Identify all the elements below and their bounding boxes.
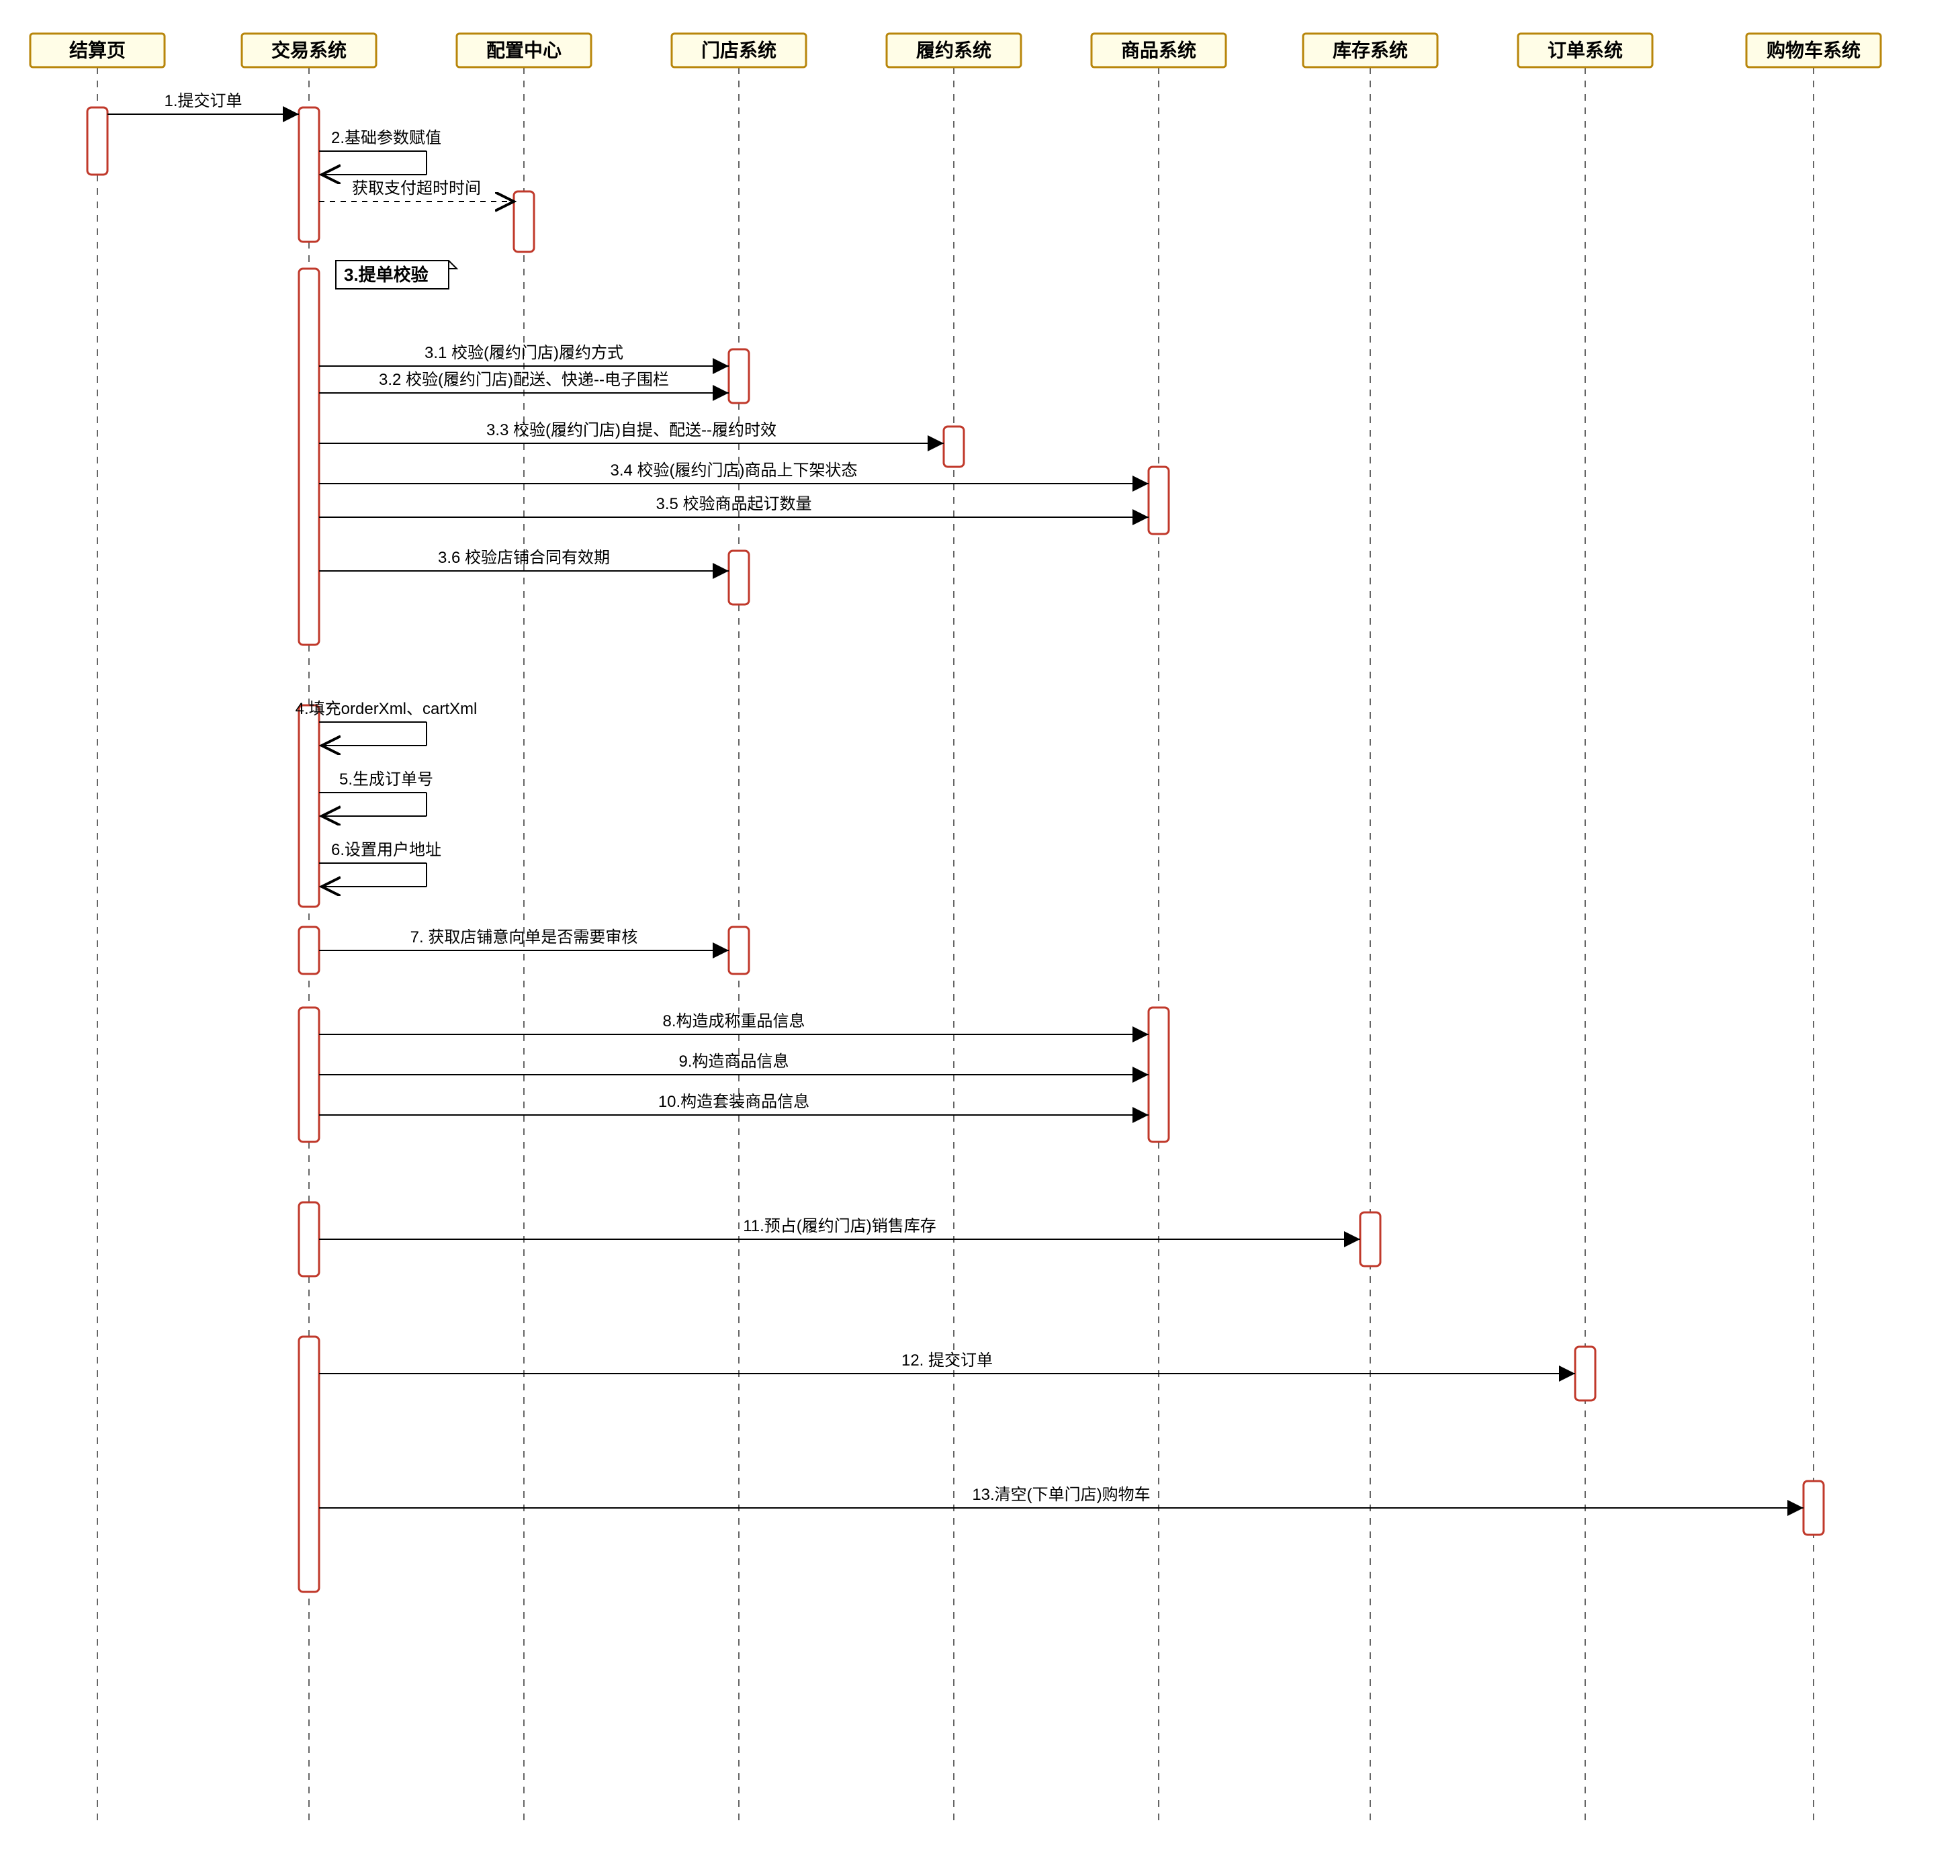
- participant-label: 结算页: [69, 39, 126, 60]
- participant-label: 商品系统: [1121, 39, 1196, 60]
- message-label: 2.基础参数赋值: [331, 129, 441, 147]
- participant-label: 库存系统: [1333, 39, 1408, 60]
- message-label: 3.5 校验商品起订数量: [656, 495, 811, 513]
- participant-label: 履约系统: [916, 39, 991, 60]
- participant-label: 交易系统: [271, 39, 347, 60]
- message-label: 12. 提交订单: [901, 1351, 993, 1370]
- activation-bar: [299, 1202, 319, 1276]
- activation-bar: [299, 269, 319, 645]
- message-label: 3.6 校验店铺合同有效期: [438, 549, 610, 567]
- message-label: 8.构造成称重品信息: [662, 1012, 805, 1030]
- participant-label: 配置中心: [486, 40, 562, 60]
- messages: 1.提交订单 2.基础参数赋值获取支付超时时间 3.1 校验(履约门店)履约方式 3.…: [107, 92, 1803, 1508]
- activation-bar: [1803, 1481, 1824, 1535]
- activation-bar: [87, 107, 107, 175]
- activation-bar: [1360, 1212, 1380, 1266]
- participant-label: 购物车系统: [1767, 39, 1861, 60]
- message-label: 3.4 校验(履约门店)商品上下架状态: [610, 461, 857, 480]
- message-label: 1.提交订单: [164, 92, 242, 110]
- message-label: 11.预占(履约门店)销售库存: [743, 1217, 936, 1235]
- message-label: 9.构造商品信息: [678, 1053, 789, 1071]
- participant-label: 门店系统: [701, 39, 776, 60]
- message-label: 7. 获取店铺意向单是否需要审核: [410, 928, 638, 946]
- activation-bar: [299, 1008, 319, 1142]
- message-label: 3.2 校验(履约门店)配送、快递--电子围栏: [379, 371, 669, 389]
- activation-bar: [944, 427, 964, 467]
- sequence-diagram: 结算页 交易系统 配置中心 门店系统 履约系统 商品系统 库存系统 订单系统 购物车系统 1.提…: [0, 0, 1960, 1876]
- lifelines: [97, 67, 1814, 1827]
- message-label: 获取支付超时时间: [352, 179, 481, 197]
- notes: 3.提单校验: [336, 261, 457, 289]
- message-label: 4.填充orderXml、cartXml: [296, 700, 478, 718]
- message-label: 10.构造套装商品信息: [658, 1093, 809, 1111]
- activation-bar: [1149, 467, 1169, 534]
- message-label: 3.1 校验(履约门店)履约方式: [425, 344, 623, 362]
- participant-label: 订单系统: [1548, 39, 1623, 60]
- message-label: 5.生成订单号: [339, 770, 433, 789]
- activation-bar: [299, 107, 319, 242]
- activation-bar: [299, 927, 319, 974]
- activation-bar: [299, 705, 319, 907]
- activation-bar: [729, 927, 749, 974]
- activation-bar: [729, 551, 749, 605]
- message-label: 3.3 校验(履约门店)自提、配送--履约时效: [486, 421, 776, 439]
- participant-headers: 结算页 交易系统 配置中心 门店系统 履约系统 商品系统 库存系统 订单系统 购物车系统: [30, 34, 1881, 67]
- message-label: 13.清空(下单门店)购物车: [972, 1486, 1150, 1504]
- activation-bar: [299, 1337, 319, 1592]
- fragment-label: 3.提单校验: [344, 265, 429, 285]
- message-label: 6.设置用户地址: [331, 841, 441, 859]
- activation-bar: [1149, 1008, 1169, 1142]
- activation-bar: [729, 349, 749, 403]
- activation-bar: [514, 191, 534, 252]
- activation-bar: [1575, 1347, 1595, 1400]
